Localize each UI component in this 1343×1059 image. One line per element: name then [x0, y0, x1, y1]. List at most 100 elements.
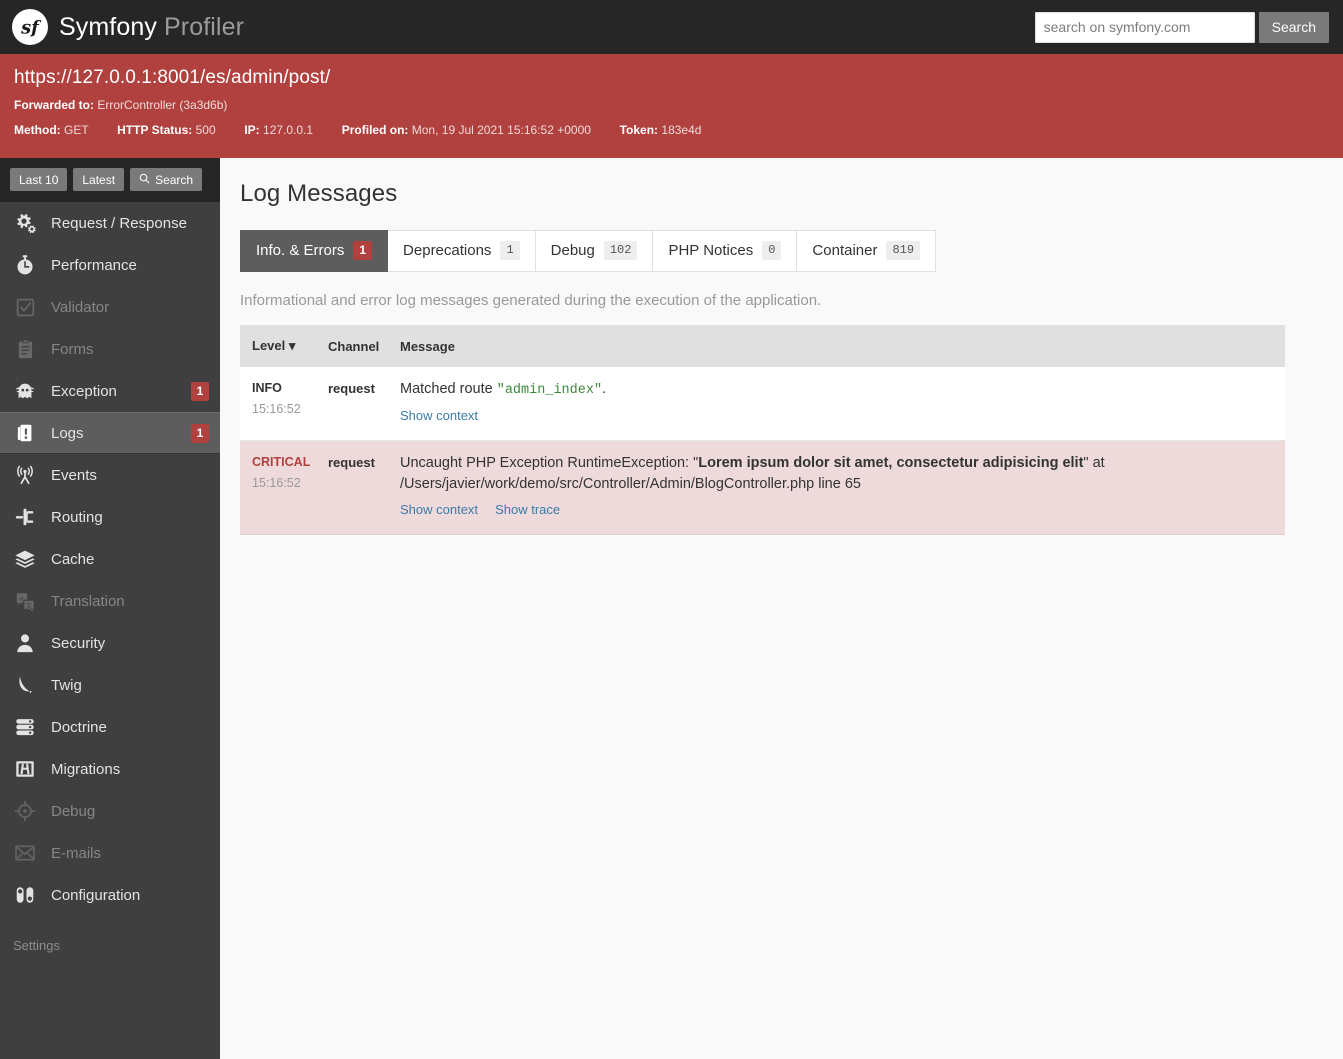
log-channel: request [328, 381, 375, 396]
log-level: CRITICAL [252, 454, 311, 469]
sidebar-item-routing[interactable]: Routing [0, 496, 220, 538]
column-header-channel: Channel [328, 325, 400, 367]
cell-message: Uncaught PHP Exception RuntimeException:… [400, 440, 1285, 535]
sidebar-item-configuration[interactable]: Configuration [0, 874, 220, 916]
cell-channel: request [328, 440, 400, 535]
database-icon [12, 716, 38, 738]
last-10-button[interactable]: Last 10 [10, 168, 68, 191]
log-channel: request [328, 454, 375, 470]
help-text: Informational and error log messages gen… [240, 292, 822, 309]
sidebar-item-label: Request / Response [51, 214, 187, 232]
svg-text:a: a [19, 594, 23, 602]
sidebar-badge-exception: 1 [191, 381, 209, 401]
sidebar-item-forms: Forms [0, 328, 220, 370]
checkbox-icon [12, 297, 38, 318]
show-trace-link[interactable]: Show trace [495, 501, 560, 520]
tab-container[interactable]: Container 819 [797, 230, 937, 272]
sidebar-item-validator: Validator [0, 286, 220, 328]
toggles-icon [12, 884, 38, 906]
tab-label: Info. & Errors [256, 242, 345, 259]
latest-button[interactable]: Latest [73, 168, 125, 191]
cell-channel: request [328, 367, 400, 441]
envelope-icon [12, 842, 38, 864]
cell-message: Matched route "admin_index". Show contex… [400, 367, 1285, 441]
sidebar-item-label: Logs [51, 424, 84, 442]
layers-icon [12, 548, 38, 570]
search-button[interactable]: Search [1258, 11, 1329, 43]
sidebar-item-events[interactable]: Events [0, 454, 220, 496]
sidebar-item-label: Migrations [51, 760, 121, 778]
sidebar-item-label: Validator [51, 298, 110, 316]
forwarded-to-label: Forwarded to: [14, 98, 94, 112]
show-context-link[interactable]: Show context [400, 407, 478, 426]
ghost-icon [12, 380, 38, 402]
sidebar-item-request-response[interactable]: Request / Response [0, 202, 220, 244]
brand[interactable]: sf Symfony Profiler [12, 9, 244, 45]
sidebar-item-label: Performance [51, 256, 137, 274]
method-label: Method: [14, 123, 61, 137]
request-banner: https://127.0.0.1:8001/es/admin/post/ Fo… [0, 54, 1343, 158]
twig-leaf-icon [12, 674, 38, 696]
log-messages-table: Level ▾ Channel Message INFO 15:16:52 re… [240, 325, 1285, 535]
table-row: INFO 15:16:52 request Matched route "adm… [240, 367, 1285, 441]
tab-deprecations[interactable]: Deprecations 1 [388, 230, 536, 272]
log-message-text: Matched route "admin_index". [400, 379, 1275, 401]
tab-count: 1 [353, 241, 373, 260]
tab-php-notices[interactable]: PHP Notices 0 [653, 230, 798, 272]
sidebar-item-label: Debug [51, 802, 96, 820]
http-status-value: 500 [195, 123, 216, 137]
log-timestamp: 15:16:52 [252, 402, 301, 417]
column-header-level[interactable]: Level ▾ [240, 325, 328, 367]
sidebar-item-twig[interactable]: Twig [0, 664, 220, 706]
tab-count: 0 [762, 241, 782, 260]
sidebar-item-label: Security [51, 634, 106, 652]
tab-info-and-errors[interactable]: Info. & Errors 1 [240, 230, 389, 272]
sidebar-item-logs[interactable]: Logs 1 [0, 412, 220, 454]
search-input[interactable] [1034, 11, 1255, 43]
brand-subtitle: Profiler [164, 12, 245, 41]
sidebar-item-label: Cache [51, 550, 95, 568]
page-layout: Last 10 Latest Search Request / Response… [0, 158, 1343, 1059]
search-profiles-button[interactable]: Search [130, 168, 203, 191]
forwarded-to: Forwarded to: ErrorController (3a3d6b) [14, 98, 1329, 112]
sidebar-settings-link[interactable]: Settings [0, 916, 220, 953]
sidebar-item-label: Exception [51, 382, 117, 400]
tab-label: Debug [550, 242, 595, 259]
tab-count: 102 [603, 241, 638, 260]
sidebar-item-label: Routing [51, 508, 103, 526]
top-bar: sf Symfony Profiler Search [0, 0, 1343, 54]
table-body: INFO 15:16:52 request Matched route "adm… [240, 367, 1285, 535]
chevron-down-icon: ▾ [288, 338, 296, 353]
sidebar-item-label: Configuration [51, 886, 141, 904]
table-header-row: Level ▾ Channel Message [240, 325, 1285, 367]
sidebar-item-cache[interactable]: Cache [0, 538, 220, 580]
sidebar-item-exception[interactable]: Exception 1 [0, 370, 220, 412]
sidebar-item-label: Doctrine [51, 718, 107, 736]
sidebar-item-migrations[interactable]: Migrations [0, 748, 220, 790]
sidebar-badge-logs: 1 [191, 423, 209, 443]
token-label: Token: [619, 123, 659, 137]
sidebar-item-doctrine[interactable]: Doctrine [0, 706, 220, 748]
message-bold: Lorem ipsum dolor sit amet, consectetur … [698, 454, 1084, 471]
cell-level: INFO 15:16:52 [240, 367, 328, 441]
table-head: Level ▾ Channel Message [240, 325, 1285, 367]
migrations-icon [12, 758, 38, 780]
clipboard-icon [12, 338, 38, 360]
sidebar-item-label: E-mails [51, 844, 102, 862]
symfony-logo-icon: sf [12, 9, 48, 45]
main-content: Log Messages Info. & Errors 1 Deprecatio… [220, 158, 1343, 1059]
sidebar-item-emails: E-mails [0, 832, 220, 874]
svg-text:文: 文 [25, 601, 32, 610]
latest-label: Latest [82, 172, 116, 187]
ip-value: 127.0.0.1 [263, 123, 314, 137]
sidebar: Last 10 Latest Search Request / Response… [0, 158, 220, 1059]
log-tabs: Info. & Errors 1 Deprecations 1 Debug 10… [240, 230, 1285, 272]
request-meta: Method: GET HTTP Status: 500 IP: 127.0.0… [14, 123, 1329, 137]
tab-debug[interactable]: Debug 102 [535, 230, 654, 272]
column-header-level-label: Level [252, 338, 286, 353]
show-context-link[interactable]: Show context [400, 501, 478, 520]
sidebar-item-security[interactable]: Security [0, 622, 220, 664]
column-header-message: Message [400, 325, 1285, 367]
forwarded-to-value: ErrorController (3a3d6b) [97, 98, 228, 112]
sidebar-item-performance[interactable]: Performance [0, 244, 220, 286]
